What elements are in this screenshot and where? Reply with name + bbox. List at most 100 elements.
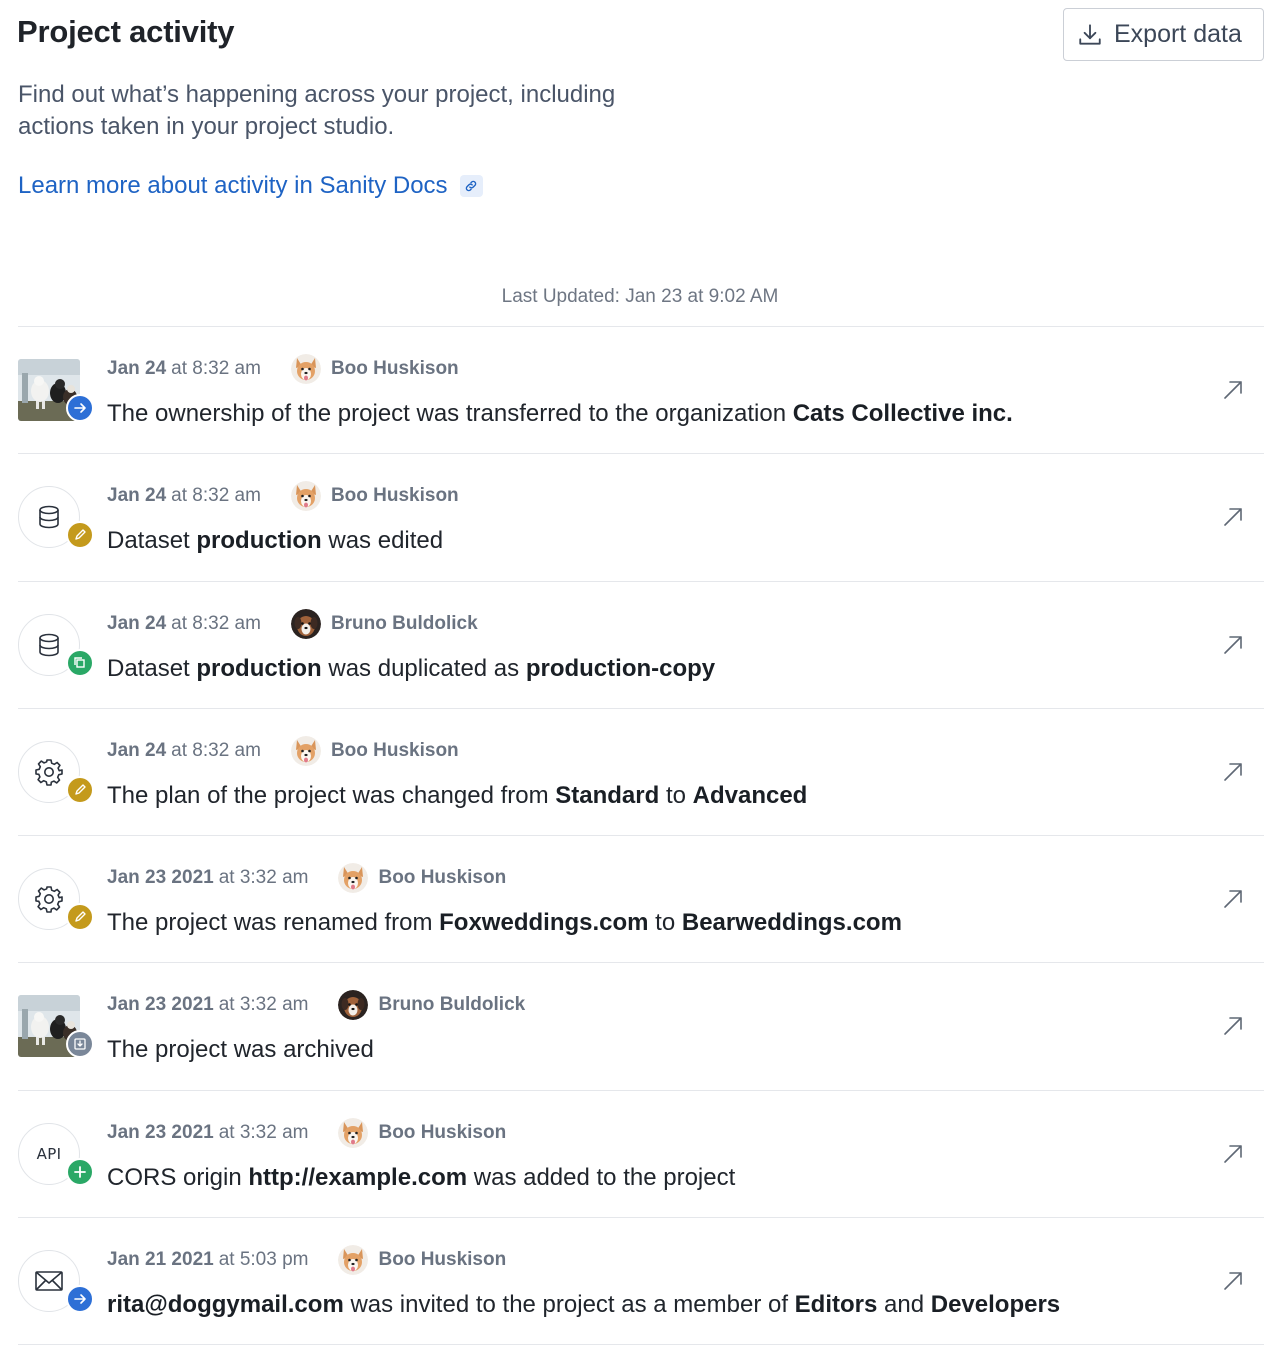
- open-details-icon[interactable]: [1222, 1015, 1244, 1037]
- download-icon: [1079, 23, 1101, 45]
- description-highlight: Foxweddings.com: [439, 909, 649, 937]
- activity-user[interactable]: Boo Huskison: [338, 1117, 507, 1148]
- description-text: to: [648, 909, 682, 937]
- activity-description: Dataset production was edited: [107, 527, 443, 555]
- activity-meta: Jan 24 at 8:32 am Boo Huskison: [107, 735, 459, 766]
- activity-user[interactable]: Boo Huskison: [290, 481, 459, 512]
- avatar: [290, 481, 321, 512]
- activity-description: The project was archived: [107, 1036, 374, 1064]
- pencil-icon: [66, 521, 94, 550]
- archive-icon: [66, 1030, 94, 1059]
- activity-meta: Jan 23 2021 at 3:32 am Boo Huskison: [107, 863, 507, 894]
- activity-row[interactable]: API Jan 23 2021 at 3:32 am Boo Huskison CORS…: [18, 1091, 1264, 1219]
- page-description: Find out what’s happening across your pr…: [18, 79, 718, 143]
- activity-date: Jan 23 2021: [107, 867, 214, 889]
- activity-user[interactable]: Boo Huskison: [338, 863, 507, 894]
- activity-time: at 5:03 pm: [218, 1249, 309, 1271]
- avatar: [338, 990, 369, 1021]
- activity-row[interactable]: Jan 24 at 8:32 am Boo Huskison Dataset prod…: [18, 454, 1264, 582]
- user-name: Boo Huskison: [378, 1249, 507, 1271]
- plus-icon: [66, 1157, 94, 1186]
- docs-link[interactable]: Learn more about activity in Sanity Docs: [18, 172, 483, 200]
- description-line-2: actions taken in your project studio.: [18, 113, 395, 140]
- activity-user[interactable]: Boo Huskison: [290, 354, 459, 384]
- activity-user[interactable]: Bruno Buldolick: [338, 990, 526, 1021]
- activity-meta: Jan 21 2021 at 5:03 pm Boo Huskison: [107, 1245, 507, 1276]
- activity-row[interactable]: Jan 23 2021 at 3:32 am Bruno Buldolick The …: [18, 963, 1264, 1091]
- user-name: Bruno Buldolick: [330, 612, 478, 634]
- docs-link-label: Learn more about activity in Sanity Docs: [18, 172, 448, 199]
- description-highlight: http://example.com: [248, 1163, 468, 1191]
- activity-icon-wrapper: API: [18, 1122, 94, 1186]
- last-updated-text: Last Updated: Jan 23 at 9:02 AM: [501, 286, 779, 307]
- export-data-button[interactable]: Export data: [1063, 8, 1264, 61]
- activity-date: Jan 21 2021: [107, 1249, 214, 1271]
- avatar: [290, 354, 321, 384]
- avatar: [290, 735, 321, 766]
- open-details-icon[interactable]: [1222, 379, 1244, 401]
- activity-icon-wrapper: [18, 995, 94, 1059]
- api-icon-label: API: [36, 1144, 62, 1163]
- description-text: CORS origin: [107, 1163, 249, 1191]
- duplicate-icon: [66, 648, 94, 677]
- activity-time: at 8:32 am: [171, 612, 261, 634]
- description-highlight: Cats Collective inc.: [792, 400, 1013, 427]
- open-details-icon[interactable]: [1222, 888, 1244, 910]
- activity-description: The ownership of the project was transfe…: [107, 400, 1013, 428]
- description-text: was invited to the project as a member o…: [343, 1291, 795, 1319]
- activity-meta: Jan 23 2021 at 3:32 am Boo Huskison: [107, 1117, 507, 1148]
- link-icon: [459, 175, 483, 197]
- activity-row[interactable]: Jan 23 2021 at 3:32 am Boo Huskison The pro…: [18, 836, 1264, 964]
- open-details-icon[interactable]: [1222, 761, 1244, 783]
- activity-icon-wrapper: [18, 486, 94, 550]
- description-highlight: production: [196, 654, 322, 682]
- activity-description: The project was renamed from Foxweddings…: [107, 909, 902, 937]
- avatar: [290, 608, 321, 639]
- activity-user[interactable]: Boo Huskison: [338, 1245, 507, 1276]
- activity-user[interactable]: Bruno Buldolick: [290, 608, 478, 639]
- activity-row[interactable]: Jan 24 at 8:32 am Bruno Buldolick Dataset p…: [18, 582, 1264, 709]
- activity-date: Jan 23 2021: [107, 1121, 214, 1143]
- page-title: Project activity: [17, 14, 235, 49]
- user-name: Boo Huskison: [378, 1121, 507, 1143]
- open-details-icon[interactable]: [1222, 1270, 1244, 1292]
- open-details-icon[interactable]: [1222, 634, 1244, 656]
- activity-date: Jan 24: [107, 485, 167, 507]
- activity-row[interactable]: Jan 24 at 8:32 am Boo Huskison The ownershi…: [18, 327, 1264, 455]
- description-highlight: rita@doggymail.com: [107, 1291, 344, 1319]
- activity-description: rita@doggymail.com was invited to the pr…: [107, 1291, 1060, 1319]
- description-highlight: Standard: [555, 781, 660, 809]
- activity-time: at 3:32 am: [218, 1121, 309, 1143]
- user-name: Boo Huskison: [378, 867, 507, 889]
- activity-meta: Jan 24 at 8:32 am Boo Huskison: [107, 354, 459, 384]
- activity-time: at 3:32 am: [218, 994, 309, 1016]
- activity-row[interactable]: Jan 21 2021 at 5:03 pm Boo Huskison rita@do…: [18, 1218, 1264, 1346]
- description-text: was edited: [321, 527, 444, 555]
- user-name: Boo Huskison: [330, 739, 459, 761]
- user-name: Bruno Buldolick: [378, 994, 526, 1016]
- activity-time: at 3:32 am: [218, 867, 309, 889]
- arrow-right-icon: [66, 394, 94, 422]
- activity-date: Jan 24: [107, 358, 167, 379]
- avatar: [338, 863, 369, 894]
- pencil-icon: [66, 903, 94, 932]
- description-text: and: [877, 1291, 931, 1319]
- activity-time: at 8:32 am: [171, 358, 261, 379]
- activity-user[interactable]: Boo Huskison: [290, 735, 459, 766]
- open-details-icon[interactable]: [1222, 506, 1244, 528]
- activity-date: Jan 24: [107, 739, 167, 761]
- activity-icon-wrapper: [18, 613, 94, 677]
- user-name: Boo Huskison: [330, 358, 459, 379]
- avatar: [338, 1245, 369, 1276]
- export-data-label: Export data: [1114, 20, 1242, 48]
- activity-date: Jan 24: [107, 612, 167, 634]
- open-details-icon[interactable]: [1222, 1143, 1244, 1165]
- activity-description: CORS origin http://example.com was added…: [107, 1164, 735, 1192]
- activity-icon-wrapper: [18, 1250, 94, 1314]
- description-text: Dataset: [107, 527, 197, 555]
- description-text: Dataset: [107, 654, 197, 682]
- activity-row[interactable]: Jan 24 at 8:32 am Boo Huskison The plan of …: [18, 709, 1264, 837]
- description-text: was added to the project: [467, 1163, 736, 1191]
- description-text: The ownership of the project was transfe…: [107, 400, 793, 427]
- activity-meta: Jan 24 at 8:32 am Bruno Buldolick: [107, 608, 478, 639]
